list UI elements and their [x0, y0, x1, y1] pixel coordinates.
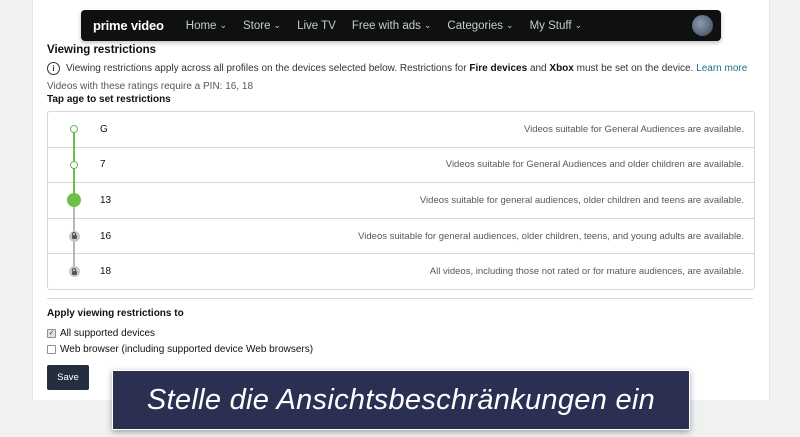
- profile-avatar[interactable]: [692, 15, 713, 36]
- nav-item-live-tv[interactable]: Live TV: [297, 20, 336, 32]
- rating-description: Videos suitable for General Audiences ar…: [523, 123, 744, 135]
- rating-label: 13: [100, 194, 112, 206]
- chevron-down-icon: ⌄: [423, 20, 432, 30]
- learn-more-link[interactable]: Learn more: [696, 63, 747, 74]
- checkbox-unchecked-icon[interactable]: [47, 344, 56, 354]
- option-web-browser[interactable]: Web browser (including supported device …: [47, 344, 754, 355]
- rating-row-13[interactable]: 13 Videos suitable for general audiences…: [48, 183, 754, 219]
- lock-icon: [68, 266, 80, 278]
- rating-description: Videos suitable for general audiences, o…: [358, 230, 744, 242]
- rating-open-dot-icon: [70, 160, 78, 169]
- nav-item-free-with-ads[interactable]: Free with ads ⌄: [352, 20, 432, 32]
- option-all-supported-devices[interactable]: ✓ All supported devices: [47, 328, 754, 339]
- caption-overlay: Stelle die Ansichtsbeschränkungen ein: [112, 370, 690, 430]
- nav-item-store[interactable]: Store ⌄: [243, 20, 281, 32]
- prime-video-logo[interactable]: prime video: [93, 18, 164, 33]
- pin-note: Videos with these ratings require a PIN:…: [47, 81, 254, 92]
- info-icon: i: [47, 62, 60, 75]
- apply-restrictions-title: Apply viewing restrictions to: [47, 307, 184, 319]
- save-button[interactable]: Save: [47, 365, 89, 390]
- option-label: All supported devices: [60, 327, 156, 339]
- nav-item-my-stuff[interactable]: My Stuff ⌄: [530, 20, 583, 32]
- rating-label: G: [100, 123, 108, 135]
- tap-age-label: Tap age to set restrictions: [47, 94, 171, 105]
- rating-row-7[interactable]: 7 Videos suitable for General Audiences …: [48, 148, 754, 184]
- rating-open-dot-icon: [70, 125, 78, 134]
- chevron-down-icon: ⌄: [219, 20, 228, 30]
- section-divider: [47, 297, 753, 299]
- option-label: Web browser (including supported device …: [60, 343, 314, 355]
- nav-item-categories[interactable]: Categories ⌄: [447, 20, 513, 32]
- info-text: Viewing restrictions apply across all pr…: [66, 63, 748, 74]
- rating-description: Videos suitable for general audiences, o…: [419, 194, 744, 206]
- top-navigation-bar: prime video Home ⌄ Store ⌄ Live TV Free wi…: [81, 10, 721, 41]
- chevron-down-icon: ⌄: [273, 20, 282, 30]
- checkbox-checked-icon[interactable]: ✓: [47, 328, 56, 338]
- info-notice: i Viewing restrictions apply across all …: [47, 62, 754, 75]
- chevron-down-icon: ⌄: [574, 20, 583, 30]
- rating-row-16[interactable]: 16 Videos suitable for general audiences…: [48, 219, 754, 255]
- rating-label: 16: [100, 230, 112, 242]
- rating-row-g[interactable]: G Videos suitable for General Audiences …: [48, 112, 754, 148]
- age-rating-list: G Videos suitable for General Audiences …: [47, 111, 755, 290]
- viewing-restrictions-section: Viewing restrictions i Viewing restricti…: [47, 44, 755, 355]
- lock-icon: [68, 230, 80, 242]
- nav-item-home[interactable]: Home ⌄: [186, 20, 227, 32]
- rating-row-18[interactable]: 18 All videos, including those not rated…: [48, 254, 754, 289]
- rating-label: 18: [100, 266, 112, 278]
- rating-selected-handle-icon[interactable]: [67, 193, 81, 208]
- chevron-down-icon: ⌄: [506, 20, 514, 30]
- rating-description: All videos, including those not rated or…: [429, 266, 744, 278]
- section-title: Viewing restrictions: [47, 44, 157, 56]
- rating-description: Videos suitable for General Audiences an…: [445, 159, 744, 171]
- rating-label: 7: [100, 159, 106, 171]
